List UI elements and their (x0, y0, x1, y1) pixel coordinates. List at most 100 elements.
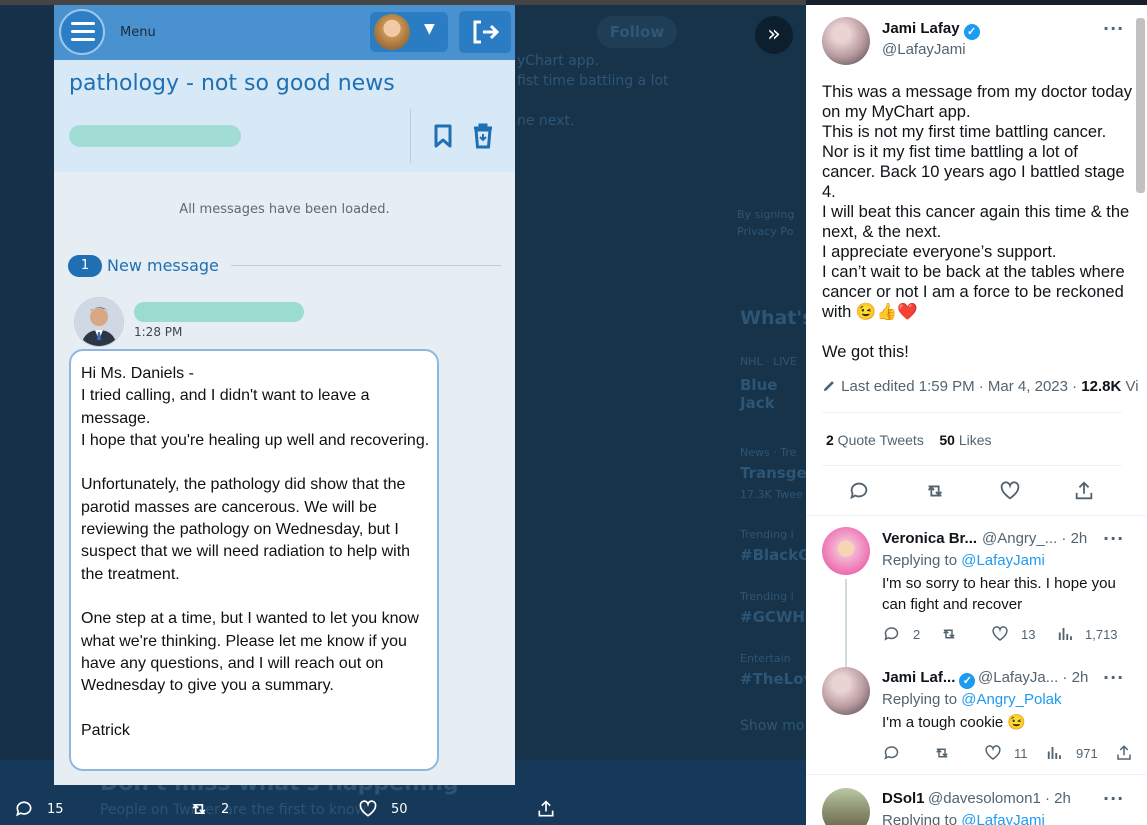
reply-icon[interactable] (882, 625, 901, 643)
replying-to-link[interactable]: @LafayJami (961, 552, 1045, 569)
heart-icon[interactable] (998, 480, 1022, 502)
bg-trend: Transgen (740, 464, 806, 482)
replying-prefix: Replying to (882, 812, 962, 825)
like-count: 13 (1021, 627, 1036, 642)
analytics-icon[interactable] (1056, 625, 1074, 643)
heart-icon[interactable] (357, 799, 379, 819)
bg-text: Privacy Po (737, 225, 794, 238)
reply-icon[interactable] (848, 480, 870, 502)
likes-link[interactable]: 50 Likes (939, 432, 991, 448)
avatar[interactable] (822, 527, 870, 575)
tweet-line: I will beat this cancer again this time … (822, 203, 1130, 241)
tweet-line: This was a message from my doctor today … (822, 83, 1132, 121)
bg-trend: #BlackG (740, 546, 806, 564)
retweet-icon[interactable] (188, 799, 210, 819)
chevron-down-icon: ▼ (424, 21, 435, 37)
analytics-icon[interactable] (1045, 744, 1063, 762)
bg-text: yChart app. (517, 53, 600, 69)
author-handle[interactable]: @LafayJami (882, 41, 966, 58)
bg-text: By signing (737, 208, 795, 221)
left-column (0, 5, 54, 765)
tweet-line: I can’t wait to be back at the tables wh… (822, 263, 1125, 321)
replying-to-link[interactable]: @Angry_Polak (961, 691, 1061, 708)
retweet-count: 2 (221, 802, 230, 817)
retweet-icon[interactable] (932, 744, 952, 762)
tweet-panel: Jami Lafay ✓ @LafayJami ··· This was a me… (806, 5, 1147, 825)
quote-tweets-link[interactable]: 2 Quote Tweets (826, 432, 924, 448)
edited-timestamp[interactable]: Last edited 1:59 PM · Mar 4, 2023 · 12.8… (822, 378, 1139, 395)
avatar[interactable] (822, 667, 870, 715)
new-message-label: New message (107, 256, 219, 275)
more-icon[interactable]: ··· (1103, 529, 1124, 548)
share-icon[interactable] (1073, 480, 1095, 502)
new-message-count-badge: 1 (68, 255, 102, 277)
retweet-icon[interactable] (923, 480, 947, 502)
message-line: Hi Ms. Daniels - (81, 365, 194, 382)
tweet-text: This was a message from my doctor today … (822, 82, 1132, 362)
doctor-avatar (74, 297, 124, 347)
reply-author-name[interactable]: DSol1 (882, 790, 925, 807)
reply-author-handle[interactable]: @LafayJa... · 2h (978, 669, 1088, 686)
likes-count: 50 (939, 432, 955, 448)
more-icon[interactable]: ··· (1103, 19, 1124, 38)
heart-icon[interactable] (983, 744, 1003, 762)
view-count: 971 (1076, 746, 1098, 761)
divider (410, 109, 411, 163)
replying-to: Replying to @Angry_Polak (882, 691, 1062, 708)
hamburger-menu-icon[interactable] (59, 9, 105, 55)
profile-switcher[interactable]: ▼ (370, 12, 448, 52)
avatar[interactable] (822, 17, 870, 65)
scrollbar[interactable] (1136, 18, 1145, 193)
bg-text: News · Tre (740, 446, 797, 459)
redacted-sender (134, 302, 304, 322)
bg-trend: Blue Jack (740, 376, 778, 412)
reply-author-handle[interactable]: @davesolomon1 · 2h (928, 790, 1071, 807)
message-line (81, 697, 436, 719)
more-icon[interactable]: ··· (1103, 789, 1124, 808)
replying-to-link[interactable]: @LafayJami (961, 812, 1045, 825)
thread-line (845, 579, 847, 667)
message-line: Unfortunately, the pathology did show th… (81, 476, 411, 583)
bg-text: NHL · LIVE (740, 355, 797, 368)
menu-label: Menu (120, 25, 156, 40)
heart-icon[interactable] (990, 625, 1010, 643)
tweet-line (822, 322, 1132, 342)
bg-trend: #TheLov (740, 670, 806, 688)
replying-prefix: Replying to (882, 691, 962, 708)
divider (822, 412, 1122, 413)
reply-author-name[interactable]: Jami Laf... ✓ (882, 669, 976, 689)
expand-icon[interactable]: » (755, 16, 793, 54)
quote-label: Quote Tweets (833, 432, 924, 448)
divider (231, 265, 501, 266)
author-name[interactable]: Jami Lafay ✓ (882, 20, 980, 40)
views-suffix: Vi (1121, 378, 1139, 395)
trash-icon[interactable] (472, 122, 494, 150)
loaded-notice: All messages have been loaded. (179, 202, 390, 217)
reply-icon[interactable] (882, 744, 901, 762)
retweet-icon[interactable] (939, 625, 959, 643)
bookmark-icon[interactable] (432, 123, 454, 149)
edited-text: Last edited 1:59 PM · Mar 4, 2023 · (841, 378, 1082, 395)
like-count: 11 (1014, 746, 1028, 761)
bg-heading: What's (740, 307, 806, 329)
share-icon[interactable] (536, 799, 556, 819)
share-icon[interactable] (1115, 744, 1133, 762)
reply-author-handle[interactable]: @Angry_... · 2h (982, 530, 1087, 547)
logout-button[interactable] (459, 11, 511, 53)
replying-to: Replying to @LafayJami (882, 812, 1045, 825)
divider (822, 465, 1122, 466)
quote-count: 2 (826, 432, 834, 448)
avatar (374, 14, 410, 50)
message-line: I tried calling, and I didn't want to le… (81, 387, 370, 427)
more-icon[interactable]: ··· (1103, 668, 1124, 687)
redacted-sender (69, 125, 241, 147)
reply-author-name[interactable]: Veronica Br... (882, 530, 977, 547)
like-count: 50 (391, 802, 408, 817)
bg-trend: #GCWHo (740, 608, 806, 626)
follow-button[interactable]: Follow (597, 16, 677, 48)
bg-text: ne next. (517, 113, 575, 129)
avatar[interactable] (822, 788, 870, 825)
reply-icon[interactable] (14, 799, 34, 819)
replying-prefix: Replying to (882, 552, 962, 569)
divider (806, 515, 1147, 516)
